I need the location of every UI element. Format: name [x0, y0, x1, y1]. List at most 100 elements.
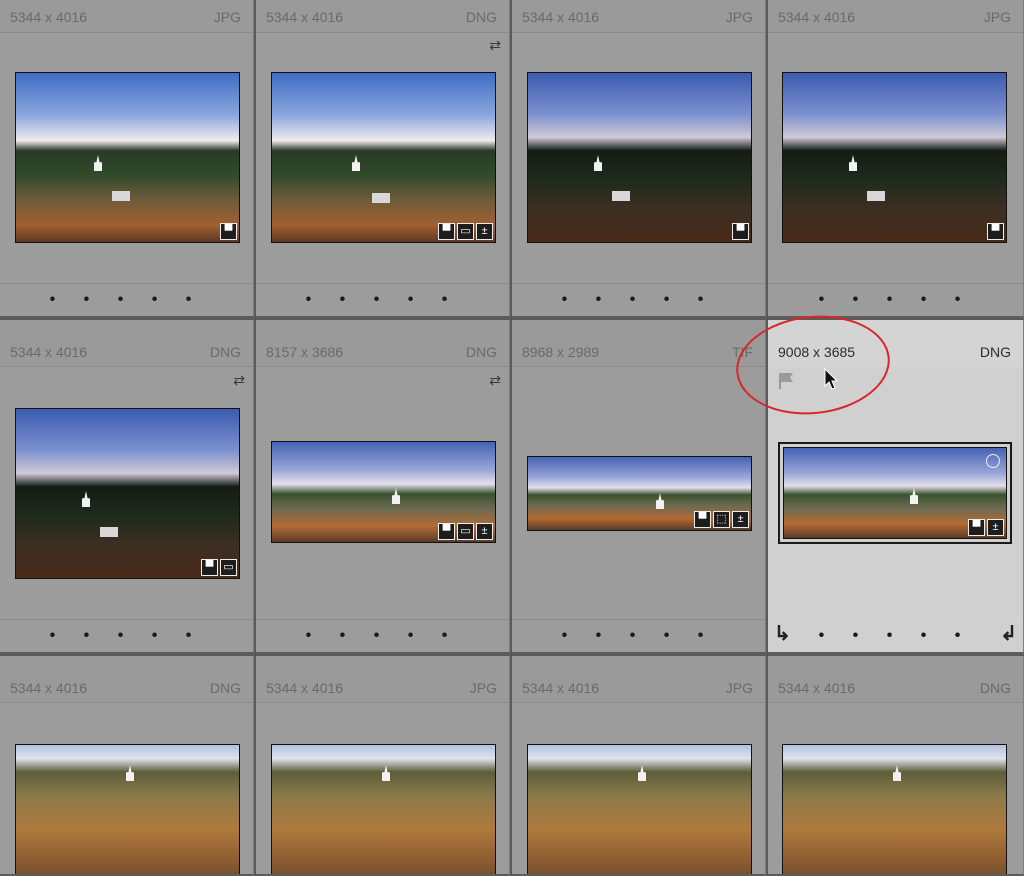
metadata-badge-icon[interactable]: ▀: [438, 523, 455, 540]
thumbnail[interactable]: ▀: [782, 72, 1007, 243]
sync-icon[interactable]: ⇄: [489, 37, 501, 54]
cell-header: 5344 x 4016 DNG: [0, 320, 253, 367]
file-format: JPG: [469, 680, 497, 696]
grid-cell[interactable]: 5344 x 4016 DNG: [0, 656, 254, 876]
image-dimensions: 5344 x 4016: [522, 680, 600, 696]
star-rating[interactable]: • • • • •: [512, 291, 765, 309]
badge-group: ▀: [987, 223, 1004, 240]
badge-group: ▀: [220, 223, 237, 240]
file-format: JPG: [213, 9, 241, 25]
develop-badge-icon[interactable]: ±: [987, 519, 1004, 536]
cell-footer: • • • • •: [512, 283, 765, 316]
house: [867, 191, 885, 201]
thumbnail[interactable]: ▀ ▭: [15, 408, 240, 579]
thumbnail[interactable]: [15, 744, 240, 874]
metadata-badge-icon[interactable]: ▀: [201, 559, 218, 576]
metadata-badge-icon[interactable]: ▀: [220, 223, 237, 240]
thumbnail[interactable]: ▀: [15, 72, 240, 243]
cell-footer: • • • • •: [0, 283, 253, 316]
house: [112, 191, 130, 201]
sync-icon[interactable]: ⇄: [233, 372, 245, 389]
badge-group: ▀: [732, 223, 749, 240]
star-rating[interactable]: • • • • •: [256, 627, 509, 645]
star-rating[interactable]: • • • • •: [768, 291, 1023, 309]
cell-header: 8157 x 3686 DNG: [256, 320, 509, 367]
image-dimensions: 5344 x 4016: [10, 344, 88, 360]
thumbnail[interactable]: ▀ ▭ ±: [271, 72, 496, 243]
thumbnail[interactable]: ▀: [527, 72, 752, 243]
cell-header: 5344 x 4016 DNG: [768, 656, 1023, 703]
grid-cell[interactable]: 5344 x 4016 DNG: [768, 656, 1024, 876]
thumbnail[interactable]: ▀ ±: [783, 447, 1007, 539]
cell-header: 5344 x 4016 JPG: [256, 656, 509, 703]
badge-group: ▀ ⬚ ±: [694, 511, 749, 528]
image-dimensions: 8157 x 3686: [266, 344, 344, 360]
metadata-badge-icon[interactable]: ▀: [968, 519, 985, 536]
star-rating[interactable]: • • • • •: [512, 627, 765, 645]
cell-header: 8968 x 2989 TIF: [512, 320, 765, 367]
cell-footer: • • • • •: [256, 283, 509, 316]
cell-footer: • • • • •: [768, 283, 1023, 316]
house: [612, 191, 630, 201]
star-rating[interactable]: • • • • •: [0, 291, 253, 309]
badge-group: ▀ ▭ ±: [438, 523, 493, 540]
church-steeple: [392, 488, 400, 504]
church-steeple: [352, 155, 360, 171]
file-format: JPG: [983, 9, 1011, 25]
metadata-badge-icon[interactable]: ▀: [987, 223, 1004, 240]
star-rating[interactable]: • • • • •: [768, 627, 1023, 645]
church-steeple: [910, 488, 918, 504]
file-format: DNG: [209, 344, 241, 360]
develop-badge-icon[interactable]: ±: [476, 223, 493, 240]
collection-badge-icon[interactable]: ▭: [457, 523, 474, 540]
collection-badge-icon[interactable]: ▭: [457, 223, 474, 240]
rotate-right-icon[interactable]: ↲: [1000, 621, 1017, 646]
grid-cell[interactable]: 5344 x 4016 JPG ▀ • • • • •: [512, 0, 766, 318]
cell-header: 5344 x 4016 JPG: [768, 0, 1023, 33]
image-dimensions: 5344 x 4016: [778, 680, 856, 696]
church-steeple: [82, 491, 90, 507]
church-steeple: [893, 765, 901, 781]
image-dimensions: 5344 x 4016: [266, 680, 344, 696]
thumbnail[interactable]: [271, 744, 496, 874]
file-format: DNG: [465, 9, 497, 25]
image-dimensions: 5344 x 4016: [522, 9, 600, 25]
cell-header: 5344 x 4016 DNG: [0, 656, 253, 703]
grid-cell[interactable]: 5344 x 4016 JPG ▀ • • • • •: [0, 0, 254, 318]
thumbnail[interactable]: [782, 744, 1007, 874]
select-circle-icon[interactable]: [986, 454, 1000, 468]
star-rating[interactable]: • • • • •: [0, 627, 253, 645]
file-format: DNG: [979, 344, 1011, 360]
cell-footer: • • • • •: [0, 619, 253, 652]
grid-cell[interactable]: 5344 x 4016 JPG ▀ • • • • •: [768, 0, 1024, 318]
sync-icon[interactable]: ⇄: [489, 372, 501, 389]
grid-cell[interactable]: 8968 x 2989 TIF ▀ ⬚ ± • • • • •: [512, 320, 766, 654]
thumbnail[interactable]: ▀ ⬚ ±: [527, 456, 752, 531]
metadata-badge-icon[interactable]: ▀: [732, 223, 749, 240]
metadata-badge-icon[interactable]: ▀: [438, 223, 455, 240]
image-dimensions: 8968 x 2989: [522, 344, 600, 360]
image-dimensions: 5344 x 4016: [10, 9, 88, 25]
grid-cell[interactable]: 8157 x 3686 DNG ⇄ ▀ ▭ ± • • • • •: [256, 320, 510, 654]
church-steeple: [94, 155, 102, 171]
collection-badge-icon[interactable]: ▭: [220, 559, 237, 576]
develop-badge-icon[interactable]: ±: [732, 511, 749, 528]
grid-cell[interactable]: 5344 x 4016 JPG: [256, 656, 510, 876]
crop-badge-icon[interactable]: ⬚: [713, 511, 730, 528]
metadata-badge-icon[interactable]: ▀: [694, 511, 711, 528]
house: [372, 193, 390, 203]
church-steeple: [382, 765, 390, 781]
star-rating[interactable]: • • • • •: [256, 291, 509, 309]
thumbnail[interactable]: [527, 744, 752, 874]
church-steeple: [126, 765, 134, 781]
grid-cell[interactable]: 5344 x 4016 DNG ⇄ ▀ ▭ • • • • •: [0, 320, 254, 654]
develop-badge-icon[interactable]: ±: [476, 523, 493, 540]
grid-cell[interactable]: 5344 x 4016 JPG: [512, 656, 766, 876]
church-steeple: [638, 765, 646, 781]
grid-cell[interactable]: 5344 x 4016 DNG ⇄ ▀ ▭ ± • • • • •: [256, 0, 510, 318]
thumbnail[interactable]: ▀ ▭ ±: [271, 441, 496, 543]
badge-group: ▀ ±: [968, 519, 1004, 536]
church-steeple: [656, 493, 664, 509]
file-format: JPG: [725, 9, 753, 25]
badge-group: ▀ ▭: [201, 559, 237, 576]
